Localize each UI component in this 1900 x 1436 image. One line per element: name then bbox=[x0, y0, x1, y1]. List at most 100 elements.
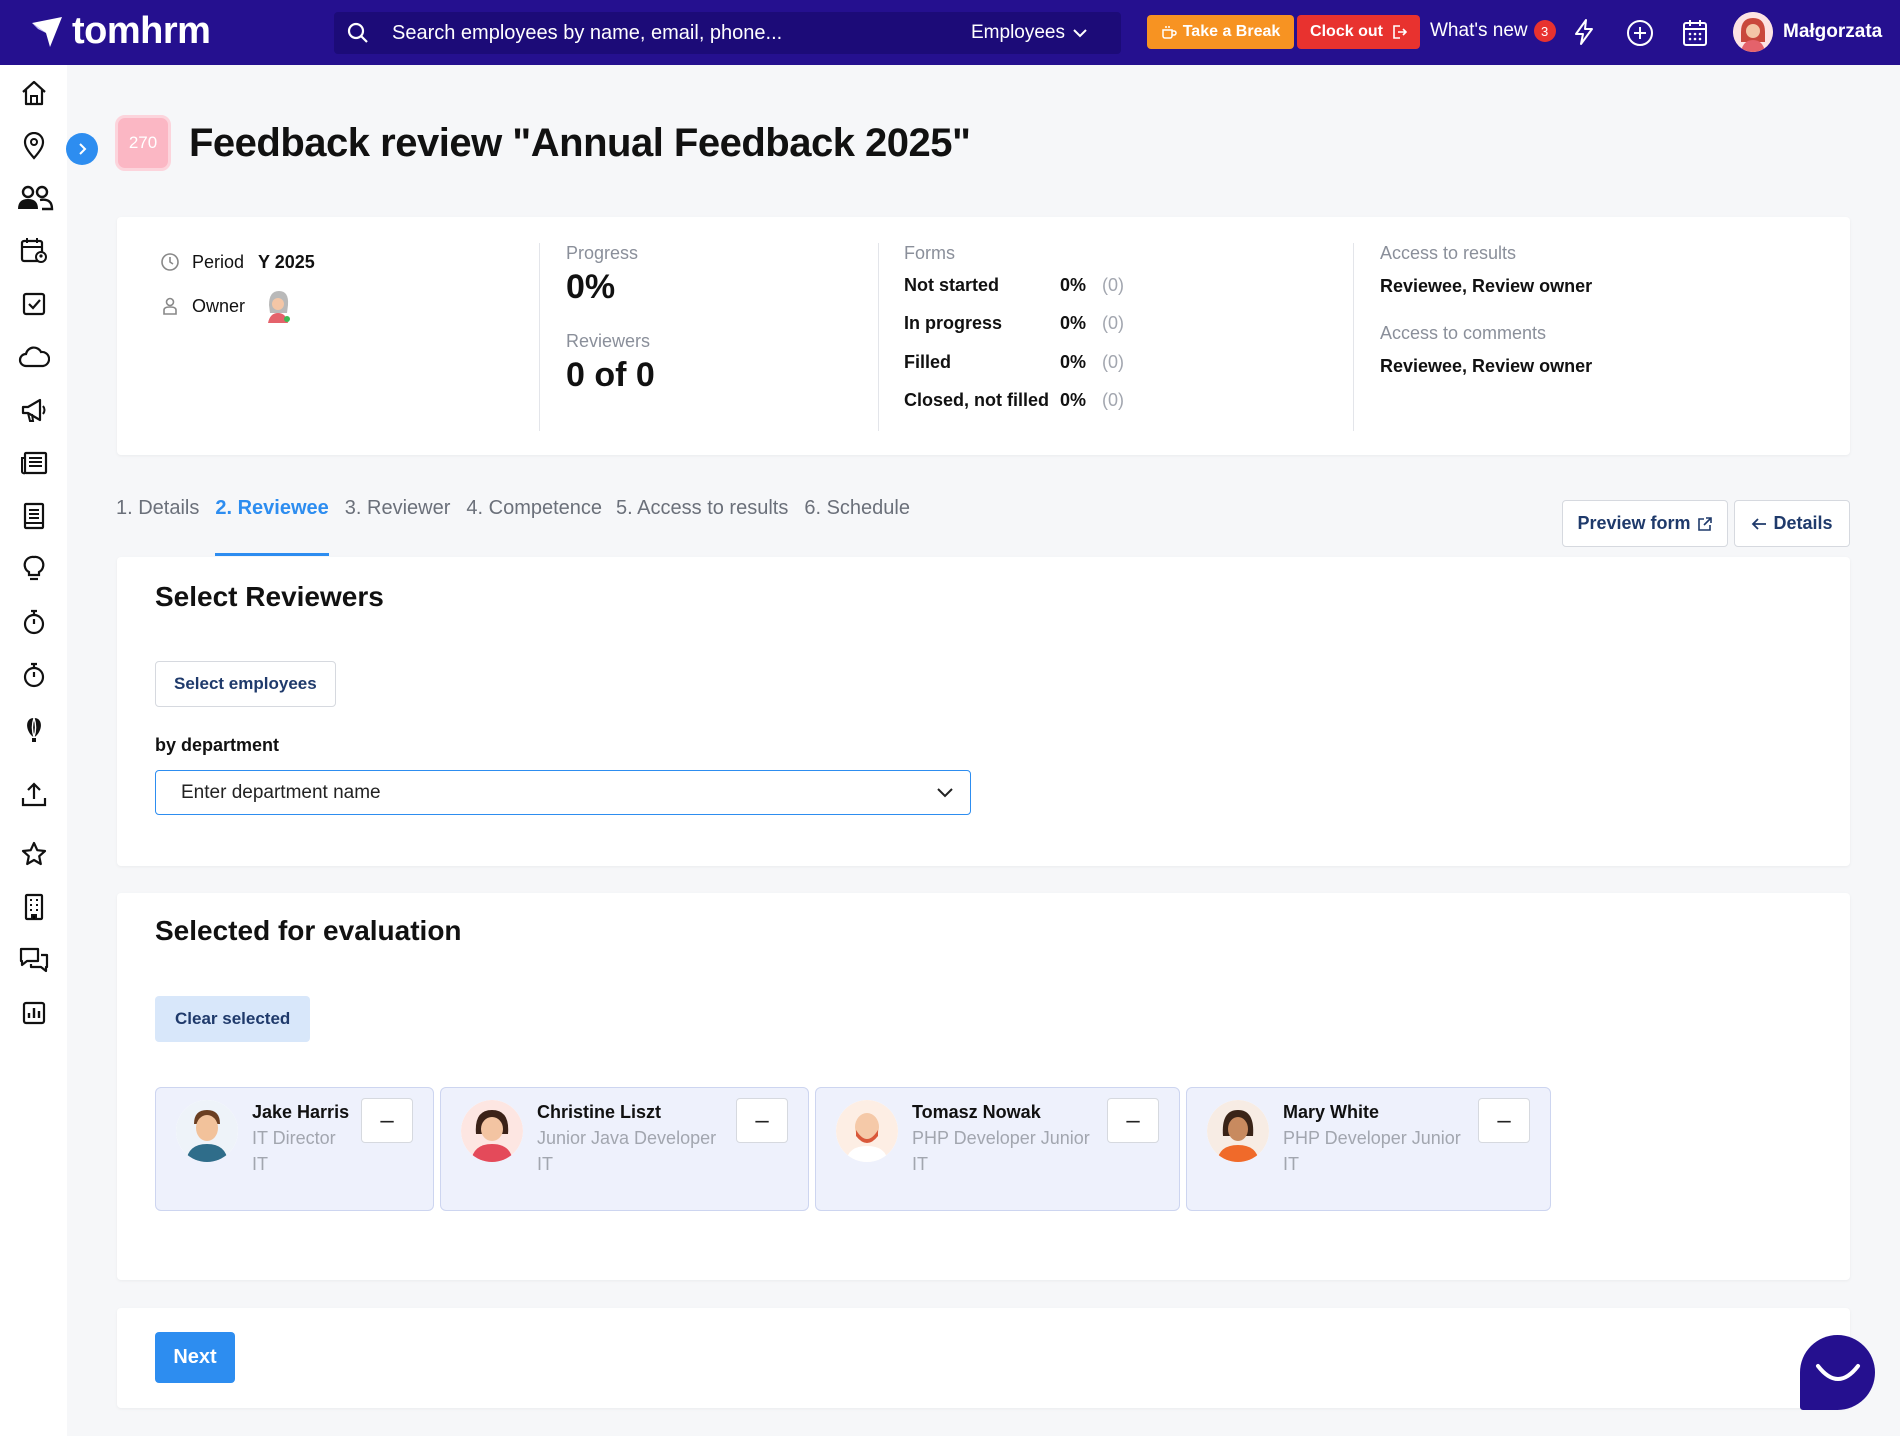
forms-row-name: Closed, not filled bbox=[904, 390, 1050, 411]
forms-row-pct: 0% bbox=[1060, 351, 1087, 372]
chevron-down-icon bbox=[1073, 29, 1087, 38]
preview-form-label: Preview form bbox=[1577, 513, 1691, 533]
next-button[interactable]: Next bbox=[155, 1332, 235, 1383]
lightbulb-icon[interactable] bbox=[18, 553, 50, 585]
location-icon[interactable] bbox=[18, 130, 50, 162]
remove-employee-button[interactable]: – bbox=[1107, 1098, 1159, 1143]
employee-job: PHP Developer Junior bbox=[912, 1128, 1090, 1148]
reviewers-label: Reviewers bbox=[566, 331, 651, 351]
page-title: Feedback review "Annual Feedback 2025" bbox=[189, 120, 971, 165]
chat-widget-button[interactable] bbox=[1800, 1335, 1875, 1410]
department-select[interactable]: Enter department name bbox=[155, 770, 971, 815]
cloud-icon[interactable] bbox=[18, 341, 50, 373]
clock-out-button[interactable]: Clock out bbox=[1297, 15, 1420, 49]
progress-column: Progress 0% Reviewers 0 of 0 bbox=[566, 243, 655, 395]
remove-employee-button[interactable]: – bbox=[736, 1098, 788, 1143]
details-back-button[interactable]: Details bbox=[1734, 500, 1850, 547]
access-comments-value: Reviewee, Review owner bbox=[1380, 356, 1593, 376]
whats-new-count: 3 bbox=[1533, 20, 1556, 42]
employee-job: IT Director bbox=[252, 1128, 336, 1148]
checkbox-icon[interactable] bbox=[18, 288, 50, 320]
access-results-label: Access to results bbox=[1380, 243, 1517, 263]
preview-form-button[interactable]: Preview form bbox=[1562, 500, 1728, 547]
global-search[interactable]: Search employees by name, email, phone..… bbox=[334, 12, 1121, 54]
search-icon bbox=[334, 21, 382, 45]
star-icon[interactable] bbox=[18, 838, 50, 870]
employee-department: IT bbox=[1283, 1154, 1299, 1174]
sidebar bbox=[0, 65, 67, 1436]
employee-name: Mary White bbox=[1283, 1102, 1380, 1122]
calendar-icon[interactable] bbox=[1681, 18, 1709, 53]
megaphone-icon[interactable] bbox=[18, 394, 50, 426]
take-break-label: Take a Break bbox=[1182, 23, 1281, 40]
timer-icon[interactable] bbox=[18, 659, 50, 691]
remove-employee-button[interactable]: – bbox=[1478, 1098, 1530, 1143]
coffee-icon bbox=[1161, 26, 1177, 39]
employee-job: PHP Developer Junior bbox=[1283, 1128, 1461, 1148]
forms-row-name: Not started bbox=[904, 274, 1000, 295]
tab-access-to-results[interactable]: 5. Access to results bbox=[616, 497, 788, 556]
tab-schedule[interactable]: 6. Schedule bbox=[804, 497, 910, 556]
avatar bbox=[1207, 1100, 1269, 1162]
employees-icon[interactable] bbox=[16, 182, 54, 214]
forms-row-name: Filled bbox=[904, 351, 952, 372]
forms-row-count: (0) bbox=[1102, 313, 1124, 334]
tab-reviewee[interactable]: 2. Reviewee bbox=[215, 497, 330, 556]
user-menu[interactable]: Małgorzata bbox=[1733, 12, 1882, 52]
app-logo[interactable]: tomhrm bbox=[28, 10, 211, 53]
employee-department: IT bbox=[252, 1154, 268, 1174]
calendar-user-icon[interactable] bbox=[18, 235, 50, 267]
expand-sidebar-button[interactable] bbox=[66, 133, 98, 165]
chart-icon[interactable] bbox=[18, 997, 50, 1029]
divider bbox=[539, 243, 540, 431]
employee-card: Christine Liszt Junior Java Developer IT… bbox=[440, 1087, 809, 1211]
balloon-icon[interactable] bbox=[18, 715, 50, 747]
home-icon[interactable] bbox=[18, 77, 50, 109]
whats-new-label: What's new bbox=[1430, 20, 1528, 41]
search-scope-select[interactable]: Employees bbox=[971, 22, 1087, 44]
owner-avatar[interactable] bbox=[263, 289, 293, 323]
logout-icon bbox=[1393, 25, 1407, 39]
chat-icon[interactable] bbox=[18, 944, 50, 976]
top-bar: tomhrm Search employees by name, email, … bbox=[0, 0, 1900, 65]
employee-name: Tomasz Nowak bbox=[912, 1102, 1041, 1122]
details-label: Details bbox=[1773, 513, 1833, 533]
stopwatch-icon[interactable] bbox=[18, 606, 50, 638]
arrow-left-icon bbox=[1752, 517, 1767, 530]
clock-icon bbox=[161, 253, 179, 271]
owner-label: Owner bbox=[192, 295, 246, 316]
tab-competence[interactable]: 4. Competence bbox=[466, 497, 602, 556]
chevron-down-icon bbox=[937, 787, 953, 797]
forms-row-pct: 0% bbox=[1060, 274, 1087, 295]
period-value: Y 2025 bbox=[258, 251, 315, 272]
upload-icon[interactable] bbox=[18, 778, 50, 810]
user-name: Małgorzata bbox=[1783, 21, 1883, 42]
take-break-button[interactable]: Take a Break bbox=[1147, 15, 1294, 49]
review-summary-card: Period Y 2025 Owner Progress 0% Reviewer… bbox=[117, 217, 1850, 455]
divider bbox=[1353, 243, 1354, 431]
tab-details[interactable]: 1. Details bbox=[116, 497, 199, 556]
book-icon[interactable] bbox=[18, 500, 50, 532]
avatar bbox=[176, 1100, 238, 1162]
search-input[interactable]: Search employees by name, email, phone..… bbox=[392, 22, 971, 45]
forms-row-count: (0) bbox=[1102, 274, 1124, 295]
external-link-icon bbox=[1697, 516, 1712, 531]
clear-selected-button[interactable]: Clear selected bbox=[155, 996, 311, 1042]
building-icon[interactable] bbox=[18, 891, 50, 923]
progress-value: 0% bbox=[566, 268, 616, 306]
whats-new-link[interactable]: What's new 3 bbox=[1430, 20, 1556, 42]
department-select-placeholder: Enter department name bbox=[181, 781, 381, 803]
add-icon[interactable] bbox=[1625, 18, 1655, 53]
lightning-icon[interactable] bbox=[1570, 18, 1598, 51]
employee-department: IT bbox=[912, 1154, 928, 1174]
newspaper-icon[interactable] bbox=[18, 447, 50, 479]
section-title: Selected for evaluation bbox=[155, 915, 462, 946]
forms-row-not-started: Not started 0% (0) bbox=[904, 266, 1124, 305]
forms-row-closed: Closed, not filled 0% (0) bbox=[904, 382, 1124, 421]
remove-employee-button[interactable]: – bbox=[361, 1098, 413, 1143]
avatar bbox=[461, 1100, 523, 1162]
tab-reviewer[interactable]: 3. Reviewer bbox=[345, 497, 451, 556]
select-employees-button[interactable]: Select employees bbox=[155, 661, 336, 707]
employee-card: Mary White PHP Developer Junior IT – bbox=[1186, 1087, 1551, 1211]
clock-out-label: Clock out bbox=[1310, 23, 1383, 40]
